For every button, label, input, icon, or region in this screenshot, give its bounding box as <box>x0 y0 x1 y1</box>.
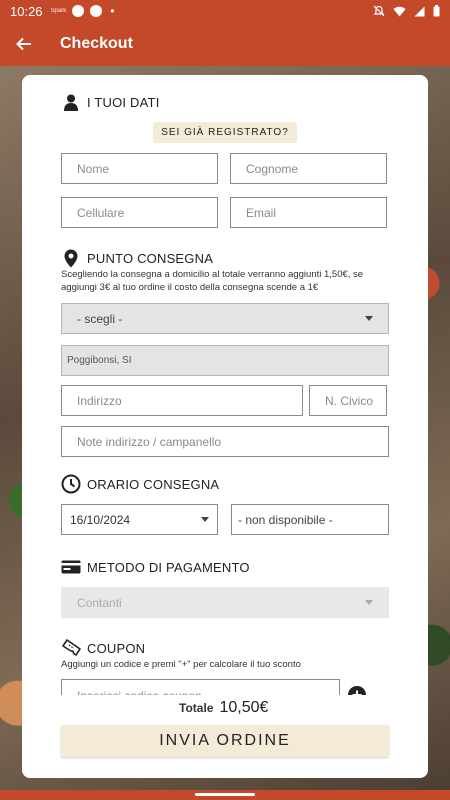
already-registered-button[interactable]: SEI GIÀ REGISTRATO? <box>153 122 297 143</box>
delivery-time-heading: ORARIO CONSEGNA <box>61 474 219 494</box>
coupon-title: COUPON <box>87 640 146 656</box>
status-mini-label: Spark <box>50 8 67 14</box>
home-indicator[interactable] <box>195 793 255 796</box>
back-arrow-icon[interactable] <box>2 22 46 66</box>
location-pin-icon <box>61 248 81 268</box>
delivery-point-title: PUNTO CONSEGNA <box>87 250 214 266</box>
total-value: 10,50€ <box>219 699 269 716</box>
payment-method-title: METODO DI PAGAMENTO <box>87 559 250 575</box>
date-select[interactable]: 16/10/2024 <box>61 504 218 535</box>
clock-icon <box>61 474 81 494</box>
payment-method-heading: METODO DI PAGAMENTO <box>61 557 250 577</box>
delivery-helper-text: Scegliendo la consegna a domicilio al to… <box>61 269 364 293</box>
total-row: Totale 10,50€ <box>179 699 268 717</box>
user-data-heading: I TUOI DATI <box>61 92 160 112</box>
checkout-card: I TUOI DATI SEI GIÀ REGISTRATO? Nome Cog… <box>22 75 428 778</box>
app-bar: Checkout <box>0 22 450 66</box>
civic-number-field[interactable]: N. Civico <box>309 385 387 416</box>
send-order-button[interactable]: INVIA ORDINE <box>61 725 389 757</box>
user-icon <box>61 92 81 112</box>
wifi-icon <box>393 6 406 16</box>
notification-icon <box>90 5 103 17</box>
mute-icon <box>373 5 385 17</box>
delivery-point-select-value: - scegli - <box>77 311 123 326</box>
time-select[interactable]: - non disponibile - <box>231 504 389 535</box>
delivery-time-title: ORARIO CONSEGNA <box>87 476 220 492</box>
status-time: 10:26 <box>10 3 43 19</box>
date-select-value: 16/10/2024 <box>70 512 131 527</box>
dropdown-arrow-icon <box>201 517 209 522</box>
dropdown-arrow-icon <box>365 316 373 321</box>
more-notifications-icon: • <box>110 4 115 18</box>
address-field[interactable]: Indirizzo <box>61 385 303 416</box>
dropdown-arrow-icon <box>365 600 373 605</box>
page-title: Checkout <box>60 35 133 52</box>
signal-icon <box>414 6 425 16</box>
credit-card-icon <box>61 557 81 577</box>
ticket-icon <box>61 638 81 658</box>
phone-field[interactable]: Cellulare <box>61 197 218 228</box>
email-field[interactable]: Email <box>230 197 387 228</box>
address-notes-field[interactable]: Note indirizzo / campanello <box>61 426 389 457</box>
coupon-helper-text: Aggiungi un codice e premi "+" per calco… <box>61 659 301 670</box>
payment-method-value: Contanti <box>77 595 122 610</box>
total-label: Totale <box>179 701 214 715</box>
coupon-heading: COUPON <box>61 638 145 658</box>
delivery-point-select[interactable]: - scegli - <box>61 303 389 334</box>
first-name-field[interactable]: Nome <box>61 153 218 184</box>
delivery-point-heading: PUNTO CONSEGNA <box>61 248 213 268</box>
notification-icon <box>72 5 85 17</box>
payment-method-select: Contanti <box>61 587 389 618</box>
status-bar: 10:26 Spark • <box>0 0 450 22</box>
city-field: Poggibonsi, SI <box>61 345 389 376</box>
last-name-field[interactable]: Cognome <box>230 153 387 184</box>
battery-icon <box>433 5 440 17</box>
user-data-title: I TUOI DATI <box>87 94 160 110</box>
